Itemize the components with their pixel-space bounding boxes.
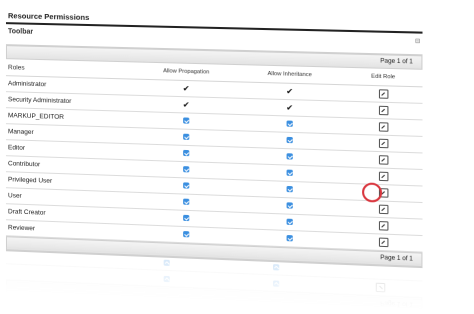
highlight-circle [362, 182, 383, 203]
check-icon: ✔ [182, 100, 190, 110]
checked-checkbox-icon[interactable] [183, 182, 190, 189]
checked-checkbox-icon [163, 275, 170, 283]
checked-checkbox-icon[interactable] [286, 169, 293, 177]
checked-checkbox-icon[interactable] [286, 218, 293, 226]
edit-role-icon[interactable] [378, 221, 388, 231]
checked-checkbox-icon [273, 280, 280, 287]
edit-role-icon[interactable] [378, 122, 388, 132]
checked-checkbox-icon[interactable] [183, 215, 190, 222]
edit-role-icon[interactable] [378, 89, 388, 99]
check-icon: ✔ [286, 103, 294, 113]
checked-checkbox-icon[interactable] [286, 202, 293, 209]
edit-role-icon[interactable] [378, 155, 388, 165]
edit-role-icon[interactable] [378, 237, 388, 248]
edit-role-icon[interactable] [378, 204, 388, 215]
roles-grid: Page 1 of 1 Roles Allow Propagation Allo… [5, 44, 423, 269]
checked-checkbox-icon[interactable] [286, 186, 293, 193]
checked-checkbox-icon[interactable] [183, 198, 190, 206]
checked-checkbox-icon [163, 259, 170, 266]
checked-checkbox-icon[interactable] [183, 117, 190, 124]
collapse-icon[interactable]: ⊟ [415, 38, 420, 45]
edit-role-icon[interactable] [378, 138, 388, 149]
edit-role-icon[interactable] [378, 171, 388, 182]
checked-checkbox-icon[interactable] [183, 231, 190, 238]
edit-role-icon[interactable] [378, 105, 388, 116]
edit-role-icon [375, 282, 386, 293]
checked-checkbox-icon[interactable] [183, 133, 190, 141]
roles-table: Roles Allow Propagation Allow Inheritanc… [5, 59, 423, 253]
checked-checkbox-icon[interactable] [286, 137, 293, 144]
checked-checkbox-icon[interactable] [183, 150, 190, 157]
toolbar-label: Toolbar [7, 28, 34, 36]
screenshot-scene: Resource Permissions Toolbar ⊟ Page 1 of… [0, 0, 474, 314]
checked-checkbox-icon[interactable] [286, 235, 293, 242]
resource-permissions-panel: Resource Permissions Toolbar ⊟ Page 1 of… [5, 8, 423, 269]
checked-checkbox-icon[interactable] [183, 166, 190, 173]
check-icon: ✔ [182, 83, 190, 94]
checked-checkbox-icon[interactable] [286, 120, 293, 128]
column-header-edit-role[interactable]: Edit Role [344, 67, 423, 87]
checked-checkbox-icon[interactable] [286, 153, 293, 160]
roles-table-body: Administrator ✔ ✔ Security Administrator ✔ ✔ M… [5, 75, 423, 253]
check-icon: ✔ [286, 86, 294, 97]
checked-checkbox-icon [273, 264, 280, 271]
